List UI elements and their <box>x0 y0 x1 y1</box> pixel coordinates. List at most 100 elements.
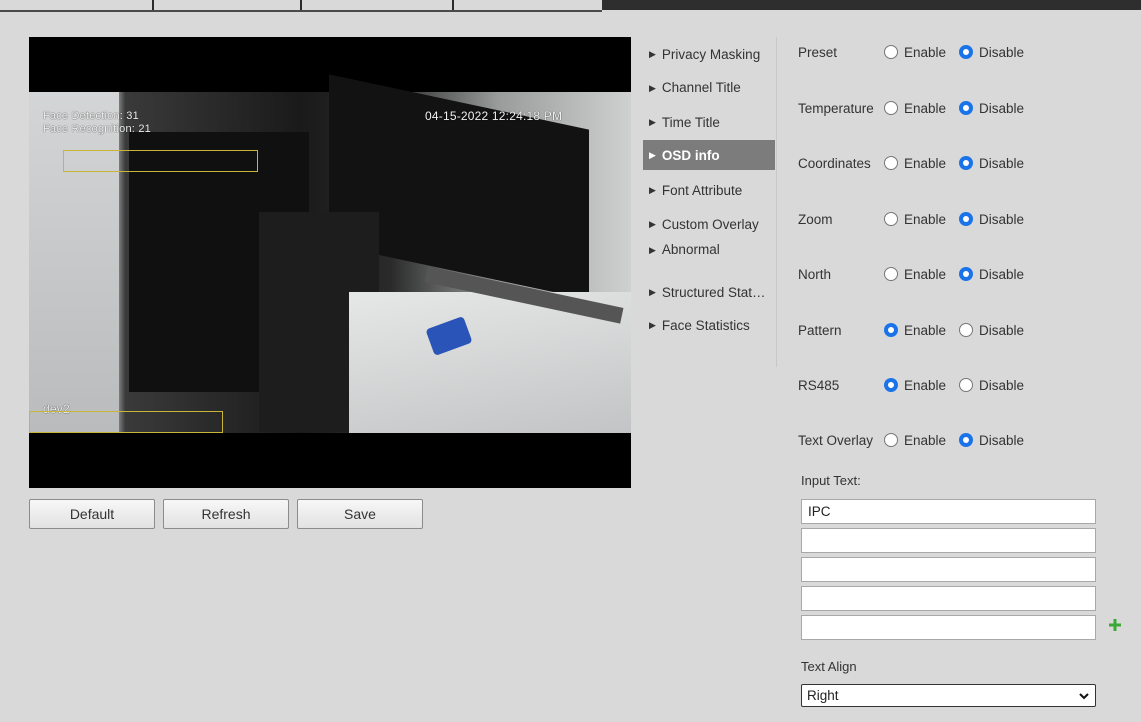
overlay-text-field-5[interactable] <box>801 615 1096 640</box>
overlay-text-field-1[interactable] <box>801 499 1096 524</box>
radio-button[interactable] <box>884 212 898 226</box>
radio-button[interactable] <box>959 378 974 392</box>
coordinates-disable-option[interactable]: Disable <box>959 156 1024 171</box>
osd-timestamp: 04-15-2022 12:24:18 PM <box>425 109 563 123</box>
tab-separator <box>152 0 154 10</box>
tab-separator <box>452 0 454 10</box>
setting-row-coordinates: Coordinates Enable Disable <box>798 151 1037 175</box>
setting-row-pattern: Pattern Enable Disable <box>798 318 1037 342</box>
caret-right-icon: ▶ <box>649 48 656 59</box>
coordinates-enable-option[interactable]: Enable <box>884 156 946 171</box>
menu-item-label: Channel Title <box>661 80 741 95</box>
caret-right-icon: ▶ <box>649 83 656 93</box>
radio-button[interactable] <box>884 433 898 447</box>
menu-item-custom-overlay[interactable]: ▶ Custom Overlay <box>643 209 775 239</box>
overlay-text-field-2[interactable] <box>801 528 1096 553</box>
menu-item-label: Time Title <box>661 114 720 130</box>
radio-button-selected[interactable] <box>884 378 898 392</box>
menu-item-face-statistics[interactable]: ▶ Face Statistics <box>643 310 775 340</box>
radio-button[interactable] <box>884 101 898 115</box>
temperature-enable-option[interactable]: Enable <box>884 101 946 116</box>
radio-button[interactable] <box>884 267 898 281</box>
pattern-disable-option[interactable]: Disable <box>959 323 1024 338</box>
setting-row-north: North Enable Disable <box>798 262 1037 286</box>
radio-button-selected[interactable] <box>959 45 974 59</box>
menu-item-abnormal[interactable]: ▶ Abnormal <box>643 242 775 264</box>
setting-label: North <box>798 266 832 282</box>
setting-row-zoom: Zoom Enable Disable <box>798 207 1037 231</box>
setting-row-temperature: Temperature Enable Disable <box>798 96 1037 120</box>
radio-button-selected[interactable] <box>959 101 974 115</box>
caret-right-icon: ▶ <box>649 286 656 297</box>
overlay-text-field-3[interactable] <box>801 557 1096 582</box>
temperature-disable-option[interactable]: Disable <box>959 101 1024 116</box>
radio-button[interactable] <box>884 45 898 59</box>
caret-right-icon: ▶ <box>649 218 656 229</box>
radio-button-selected[interactable] <box>959 267 974 281</box>
osd-channel-title-box[interactable] <box>29 411 223 433</box>
north-disable-option[interactable]: Disable <box>959 267 1024 282</box>
caret-right-icon: ▶ <box>649 184 656 195</box>
tab-active[interactable] <box>602 0 1141 10</box>
menu-item-label: OSD info <box>661 147 720 163</box>
zoom-enable-option[interactable]: Enable <box>884 212 946 227</box>
menu-item-label: Custom Overlay <box>661 216 759 232</box>
setting-label: Zoom <box>798 211 833 227</box>
menu-item-label: Privacy Masking <box>661 46 761 62</box>
text-overlay-enable-option[interactable]: Enable <box>884 433 946 448</box>
menu-item-osd-info[interactable]: ▶ OSD info <box>643 140 775 170</box>
menu-item-time-title[interactable]: ▶ Time Title <box>643 107 775 137</box>
osd-face-detection: Face Detection: 31 <box>43 110 139 122</box>
camera-scene-image <box>29 74 631 433</box>
video-preview[interactable]: Face Detection: 31 Face Recognition: 21 … <box>29 37 631 488</box>
zoom-disable-option[interactable]: Disable <box>959 212 1024 227</box>
preset-enable-option[interactable]: Enable <box>884 45 946 60</box>
pattern-enable-option[interactable]: Enable <box>884 323 946 338</box>
setting-label: RS485 <box>798 377 840 393</box>
refresh-button[interactable]: Refresh <box>163 499 289 529</box>
menu-item-label: Structured Statistics <box>661 284 766 300</box>
menu-item-font-attribute[interactable]: ▶ Font Attribute <box>643 175 775 205</box>
menu-item-privacy-masking[interactable]: ▶ Privacy Masking <box>643 39 775 69</box>
radio-button-selected[interactable] <box>959 433 974 447</box>
caret-right-icon: ▶ <box>649 116 656 127</box>
radio-button-selected[interactable] <box>884 323 898 337</box>
setting-row-preset: Preset Enable Disable <box>798 40 1037 64</box>
input-text-label: Input Text: <box>801 473 861 488</box>
setting-label: Pattern <box>798 322 842 338</box>
osd-face-recognition: Face Recognition: 21 <box>43 123 151 135</box>
caret-right-icon: ▶ <box>649 245 656 255</box>
radio-button[interactable] <box>884 156 898 170</box>
text-align-select[interactable]: Right <box>801 684 1096 707</box>
save-button[interactable]: Save <box>297 499 423 529</box>
overlay-text-field-4[interactable] <box>801 586 1096 611</box>
menu-item-channel-title[interactable]: ▶ Channel Title <box>643 80 775 100</box>
menu-item-structured-statistics[interactable]: ▶ Structured Statistics <box>643 277 775 307</box>
plus-icon[interactable] <box>1108 618 1122 632</box>
setting-label: Text Overlay <box>798 432 874 448</box>
tab-separator <box>300 0 302 10</box>
setting-label: Coordinates <box>798 155 871 171</box>
setting-label: Temperature <box>798 100 874 116</box>
caret-right-icon: ▶ <box>649 319 656 330</box>
setting-label: Preset <box>798 44 838 60</box>
setting-row-text-overlay: Text Overlay Enable Disable <box>798 428 1037 452</box>
rs485-disable-option[interactable]: Disable <box>959 378 1024 393</box>
text-align-value: Right <box>807 688 839 703</box>
rs485-enable-option[interactable]: Enable <box>884 378 946 393</box>
osd-region-box[interactable] <box>63 150 258 172</box>
radio-button[interactable] <box>959 323 974 337</box>
radio-button-selected[interactable] <box>959 156 974 170</box>
preset-disable-option[interactable]: Disable <box>959 45 1024 60</box>
default-button[interactable]: Default <box>29 499 155 529</box>
radio-button-selected[interactable] <box>959 212 974 226</box>
menu-item-label: Font Attribute <box>661 182 743 198</box>
text-overlay-disable-option[interactable]: Disable <box>959 433 1024 448</box>
north-enable-option[interactable]: Enable <box>884 267 946 282</box>
setting-row-rs485: RS485 Enable Disable <box>798 373 1037 397</box>
text-align-label: Text Align <box>801 659 857 674</box>
top-tab-strip <box>0 0 1141 12</box>
chevron-down-icon <box>1079 693 1089 700</box>
menu-item-label: Abnormal <box>661 242 720 257</box>
menu-item-label: Face Statistics <box>661 317 750 333</box>
